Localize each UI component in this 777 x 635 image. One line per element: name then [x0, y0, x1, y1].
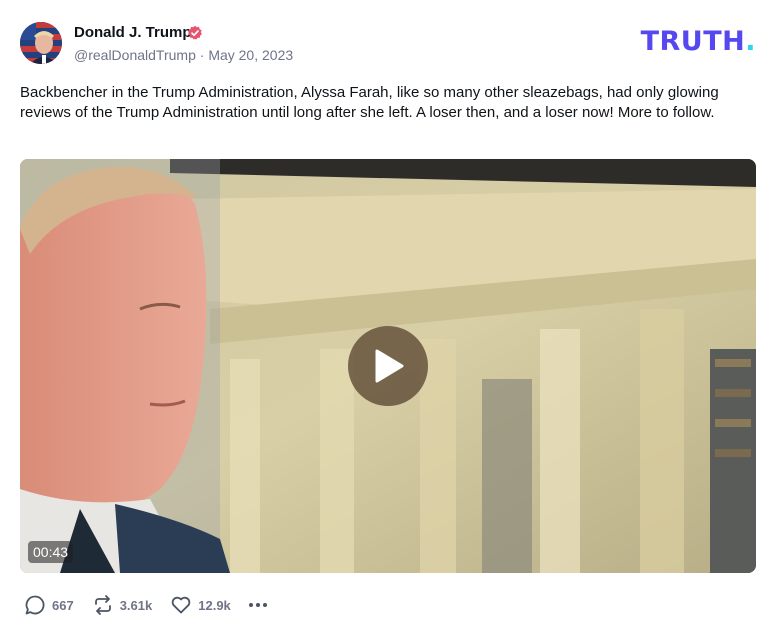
like-button[interactable]: 12.9k — [170, 594, 231, 616]
author-handle[interactable]: @realDonaldTrump — [74, 47, 196, 63]
retruth-button[interactable]: 3.61k — [92, 594, 153, 616]
truth-logo[interactable]: TRUTH. — [640, 26, 756, 57]
comment-icon — [25, 595, 45, 615]
play-button[interactable] — [348, 326, 428, 406]
logo-text: TRUTH — [640, 26, 746, 57]
truth-post: Donald J. Trump @realDonaldTrump · May 2… — [0, 0, 777, 635]
like-count: 12.9k — [198, 597, 231, 613]
post-date[interactable]: May 20, 2023 — [208, 47, 293, 63]
more-options-button[interactable] — [247, 594, 269, 616]
post-text: Backbencher in the Trump Administration,… — [20, 84, 719, 121]
meta-separator: · — [199, 47, 205, 63]
author-name[interactable]: Donald J. Trump — [74, 24, 192, 42]
reply-button[interactable]: 667 — [24, 594, 74, 616]
avatar[interactable] — [20, 22, 62, 64]
avatar-image — [20, 22, 62, 64]
video-duration: 00:43 — [28, 541, 74, 563]
play-icon — [375, 349, 404, 383]
retruth-icon — [94, 595, 111, 615]
post-meta: @realDonaldTrump · May 20, 2023 — [74, 47, 293, 63]
post-actions: 667 3.61k 12.9k — [24, 594, 269, 616]
verified-badge-icon — [188, 25, 202, 40]
heart-icon — [171, 596, 191, 614]
more-icon — [248, 603, 267, 607]
retruth-count: 3.61k — [119, 597, 153, 613]
logo-dot: . — [745, 26, 756, 57]
reply-count: 667 — [52, 597, 74, 613]
video-player[interactable]: 00:43 — [20, 159, 756, 573]
